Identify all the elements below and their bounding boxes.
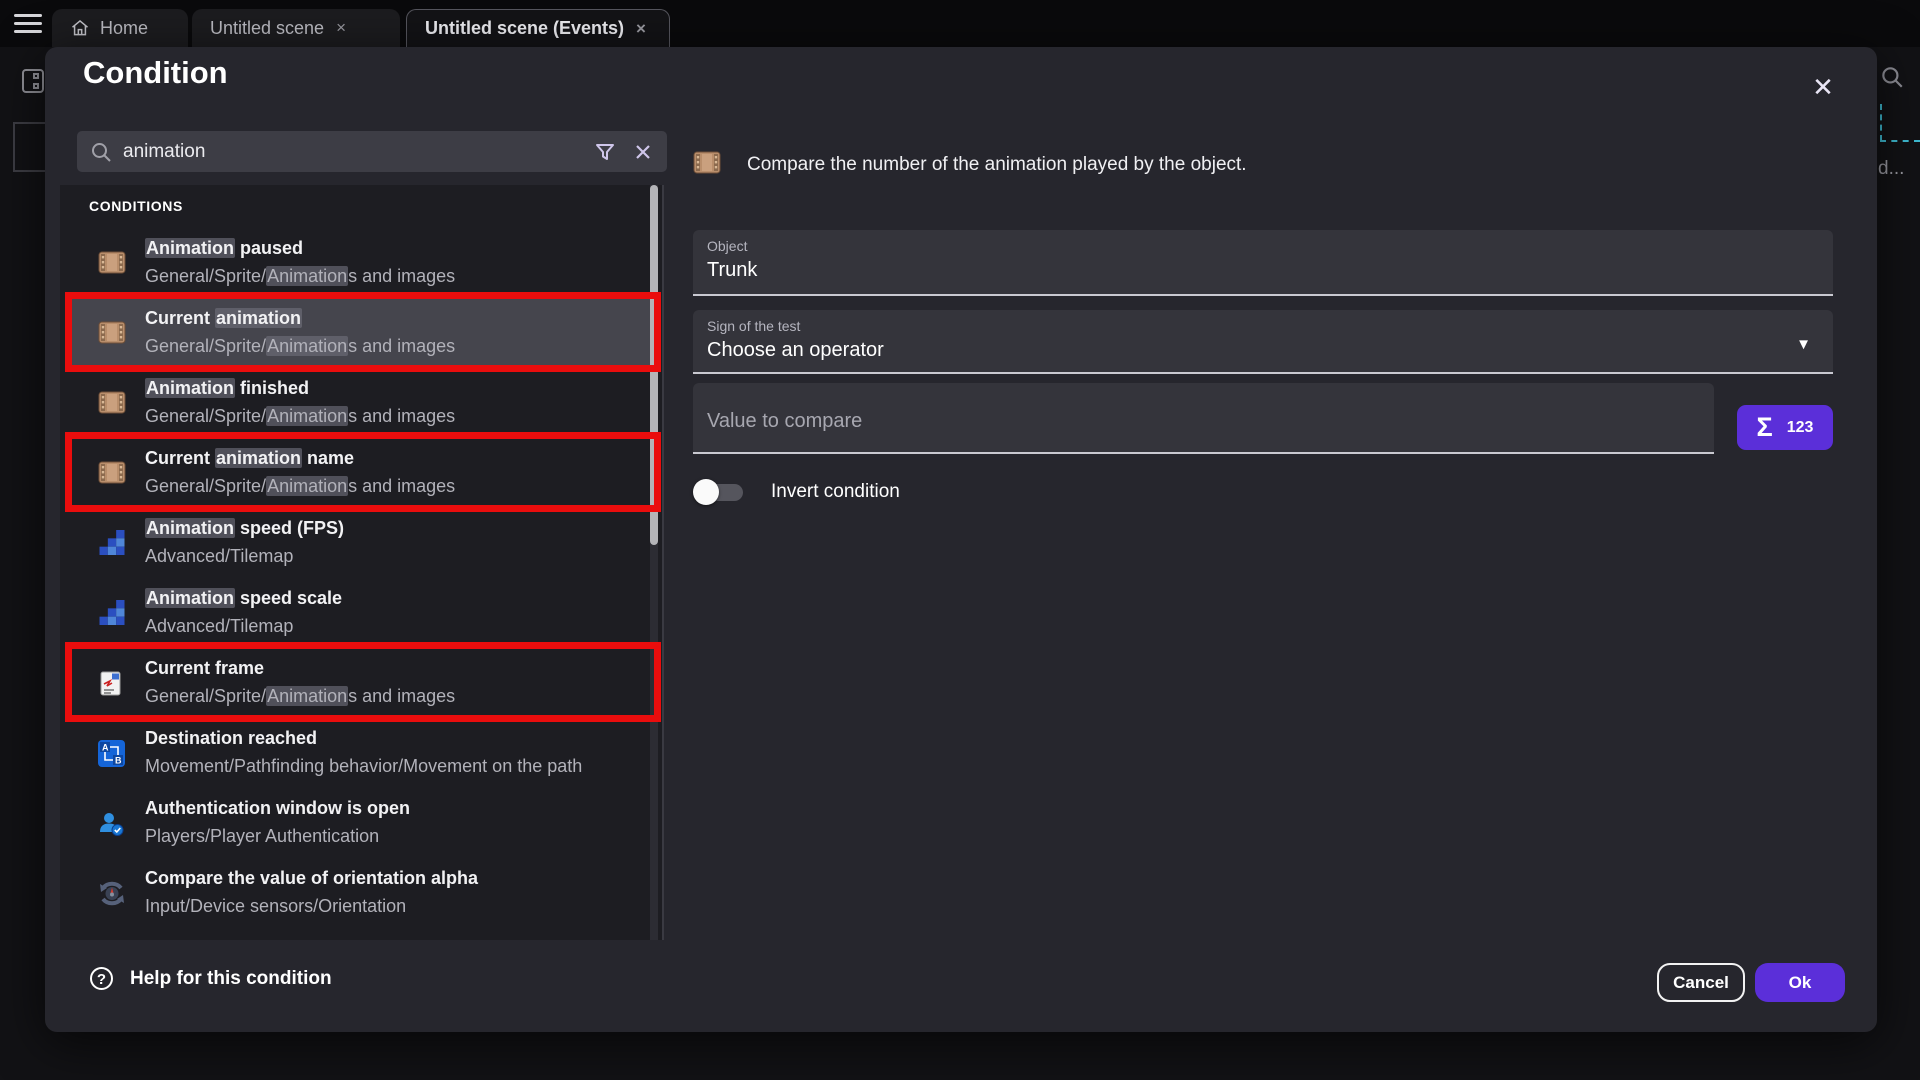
condition-subtitle: General/Sprite/Animations and images [145, 402, 607, 430]
list-scrollbar[interactable] [650, 185, 658, 940]
truncated-object-name: d... [1878, 158, 1904, 180]
selection-marquee-vertical [1880, 104, 1882, 141]
condition-list-item[interactable]: Authentication window is openPlayers/Pla… [70, 787, 656, 857]
tab-untitled-scene[interactable]: Untitled scene × [192, 9, 400, 47]
film-icon [98, 390, 126, 415]
expression-123-badge: 123 [1787, 419, 1814, 437]
help-icon: ? [90, 967, 113, 990]
help-label: Help for this condition [130, 968, 332, 990]
condition-title: Authentication window is open [145, 794, 644, 822]
invert-toggle[interactable] [693, 477, 745, 507]
conditions-list-pane: CONDITIONS Animation pausedGeneral/Sprit… [60, 185, 664, 940]
toggle-knob[interactable] [693, 479, 719, 505]
top-bar: Home Untitled scene × Untitled scene (Ev… [0, 0, 1920, 47]
svg-text:B: B [115, 756, 122, 766]
expression-builder-button[interactable]: Σ 123 [1737, 405, 1833, 450]
cancel-button[interactable]: Cancel [1657, 963, 1745, 1002]
operator-value: Choose an operator [707, 339, 1819, 362]
filter-icon[interactable] [593, 140, 617, 164]
help-link[interactable]: ? Help for this condition [90, 967, 332, 990]
path-icon: AB [98, 740, 126, 765]
search-input[interactable] [123, 141, 593, 163]
condition-list-item[interactable]: Compare the value of orientation alphaIn… [70, 857, 656, 927]
condition-title: Animation speed scale [145, 584, 644, 612]
tab-close-icon[interactable]: × [334, 18, 348, 38]
condition-list-item[interactable]: Current animationGeneral/Sprite/Animatio… [70, 297, 656, 367]
condition-title: Destination reached [145, 724, 644, 752]
dialog-title: Condition [83, 55, 228, 91]
selection-marquee-horizontal [1880, 140, 1920, 142]
dialog-close-icon[interactable]: ✕ [1805, 69, 1841, 105]
search-icon [89, 140, 113, 164]
hamburger-menu-icon[interactable] [14, 14, 42, 34]
svg-text:A: A [102, 743, 109, 753]
list-section-header: CONDITIONS [89, 198, 662, 214]
condition-subtitle: Movement/Pathfinding behavior/Movement o… [145, 752, 607, 780]
film-icon [98, 320, 126, 345]
film-icon [693, 150, 721, 180]
film-icon [98, 250, 126, 275]
condition-title: Compare the value of orientation alpha [145, 864, 644, 892]
tab-label: Untitled scene [210, 18, 324, 39]
panel-layout-icon [22, 69, 44, 93]
invert-condition-row[interactable]: Invert condition [693, 477, 900, 507]
tab-label: Untitled scene (Events) [425, 18, 624, 39]
condition-title: Animation finished [145, 374, 644, 402]
object-field-label: Object [707, 238, 1819, 254]
condition-subtitle: Players/Player Authentication [145, 822, 607, 850]
tilemap-icon [98, 600, 126, 625]
condition-title: Current animation [145, 304, 644, 332]
condition-subtitle: Advanced/Tilemap [145, 612, 607, 640]
condition-subtitle: General/Sprite/Animations and images [145, 682, 607, 710]
clear-search-icon[interactable] [631, 140, 655, 164]
auth-icon [98, 810, 126, 835]
condition-subtitle: General/Sprite/Animations and images [145, 262, 607, 290]
condition-subtitle: Advanced/Tilemap [145, 542, 607, 570]
condition-title: Current animation name [145, 444, 644, 472]
conditions-list: Animation pausedGeneral/Sprite/Animation… [60, 227, 662, 927]
condition-dialog: Condition ✕ CONDITIONS Animation pausedG… [45, 47, 1877, 1032]
search-icon[interactable] [1879, 64, 1905, 90]
condition-list-item[interactable]: Current animation nameGeneral/Sprite/Ani… [70, 437, 656, 507]
scrollbar-thumb[interactable] [650, 185, 658, 545]
condition-list-item[interactable]: Animation speed scaleAdvanced/Tilemap [70, 577, 656, 647]
tab-untitled-scene-events[interactable]: Untitled scene (Events) × [406, 9, 670, 47]
object-field[interactable]: Object Trunk [693, 230, 1833, 296]
condition-subtitle: Input/Device sensors/Orientation [145, 892, 607, 920]
condition-subtitle: General/Sprite/Animations and images [145, 332, 607, 360]
tab-home[interactable]: Home [52, 9, 188, 47]
condition-title: Animation paused [145, 234, 644, 262]
value-field[interactable] [693, 383, 1714, 454]
condition-description: Compare the number of the animation play… [747, 154, 1247, 176]
condition-list-item[interactable]: Animation finishedGeneral/Sprite/Animati… [70, 367, 656, 437]
tab-label: Home [100, 18, 148, 39]
tab-close-icon[interactable]: × [634, 19, 648, 39]
sigma-icon: Σ [1757, 412, 1773, 443]
condition-search-box[interactable] [77, 131, 667, 172]
orientation-icon [98, 880, 126, 905]
condition-subtitle: General/Sprite/Animations and images [145, 472, 607, 500]
operator-label: Sign of the test [707, 318, 1819, 334]
condition-list-item[interactable]: Animation pausedGeneral/Sprite/Animation… [70, 227, 656, 297]
condition-title: Current frame [145, 654, 644, 682]
condition-title: Animation speed (FPS) [145, 514, 644, 542]
home-icon [70, 18, 90, 38]
object-field-value: Trunk [707, 259, 1819, 282]
condition-list-item[interactable]: AB Destination reachedMovement/Pathfindin… [70, 717, 656, 787]
tilemap-icon [98, 530, 126, 555]
condition-list-item[interactable]: Animation speed (FPS)Advanced/Tilemap [70, 507, 656, 577]
chevron-down-icon: ▼ [1796, 336, 1811, 353]
frame-icon [98, 670, 126, 695]
operator-select[interactable]: Sign of the test Choose an operator ▼ [693, 310, 1833, 374]
ok-button[interactable]: Ok [1755, 963, 1845, 1002]
condition-list-item[interactable]: Current frameGeneral/Sprite/Animations a… [70, 647, 656, 717]
editor-ghost-shape [13, 122, 45, 172]
invert-condition-label: Invert condition [771, 481, 900, 503]
value-input[interactable] [707, 410, 1700, 433]
film-icon [98, 460, 126, 485]
